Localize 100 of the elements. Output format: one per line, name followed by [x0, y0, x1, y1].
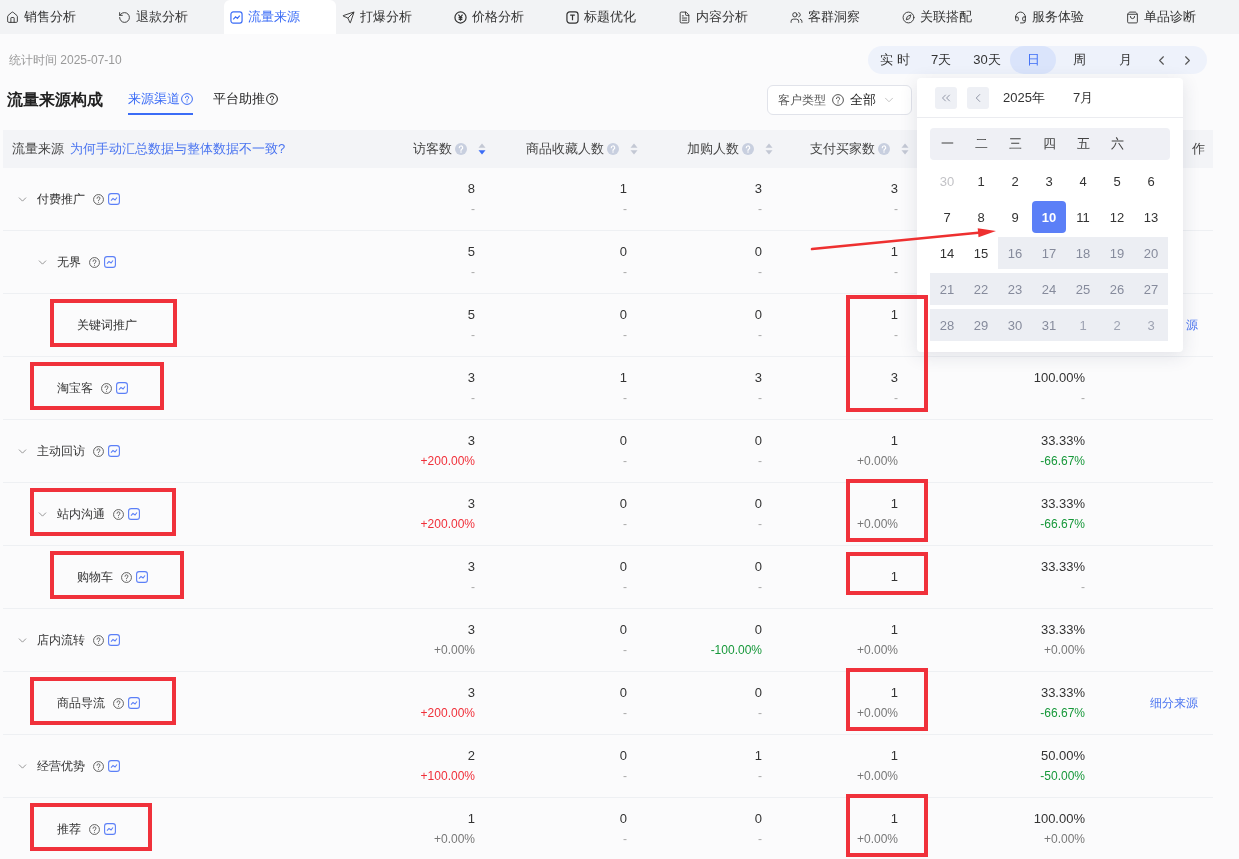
cell-value: 3 [467, 370, 475, 386]
change-rate: - [623, 642, 627, 658]
calendar-day[interactable]: 2 [1003, 171, 1027, 191]
change-rate: -100.00% [710, 642, 762, 658]
cell-value: 3 [890, 181, 898, 197]
change-rate: - [623, 264, 627, 280]
nav-tab[interactable]: 客群洞察 [784, 0, 896, 34]
cell-value: 0 [619, 685, 627, 701]
column-header: 支付买家数 [810, 140, 875, 158]
calendar-day[interactable]: 6 [1139, 171, 1163, 191]
source-name: 站内沟通 [57, 505, 105, 523]
calendar-year[interactable]: 2025年 [1003, 88, 1045, 107]
calendar-day[interactable]: 12 [1105, 207, 1129, 227]
cell-value: 1 [619, 181, 627, 197]
cell-value: 2 [467, 748, 475, 764]
help-icon [181, 93, 193, 105]
nav-tab[interactable]: 内容分析 [672, 0, 784, 34]
cell-value: 0 [754, 433, 762, 449]
change-rate: - [758, 264, 762, 280]
nav-tab[interactable]: 价格分析 [448, 0, 560, 34]
section-tab[interactable]: 平台助推 [213, 85, 278, 115]
change-rate: - [623, 705, 627, 721]
cell-value: 3 [467, 496, 475, 512]
change-rate: - [894, 264, 898, 280]
sort-icon[interactable] [478, 143, 486, 155]
document-icon [678, 10, 691, 24]
column-header: 流量来源 [12, 140, 64, 158]
cell-value: 33.33% [1040, 559, 1085, 575]
change-rate: - [1081, 390, 1085, 406]
calendar-day[interactable]: 1 [969, 171, 993, 191]
previous-month-button[interactable] [967, 86, 989, 109]
cell-value: 3 [467, 622, 475, 638]
change-rate: - [623, 201, 627, 217]
text-square-icon [566, 10, 579, 24]
cell-value: 0 [754, 244, 762, 260]
breakdown-link[interactable]: 源 [1186, 316, 1198, 334]
weekday-label: 二 [973, 135, 989, 153]
cell-value: 1 [890, 433, 898, 449]
calendar-day[interactable]: 13 [1139, 207, 1163, 227]
change-rate: - [758, 453, 762, 469]
cell-value: 33.33% [1040, 433, 1085, 449]
help-link[interactable]: 为何手动汇总数据与整体数据不一致? [70, 140, 286, 158]
nav-tab[interactable]: 关联搭配 [896, 0, 1008, 34]
calendar-day[interactable]: 10 [1032, 201, 1066, 233]
change-rate: -66.67% [1040, 453, 1085, 469]
calendar-day[interactable]: 14 [935, 243, 959, 263]
period-option[interactable]: 周 [1056, 46, 1102, 74]
change-rate: +0.00% [856, 516, 898, 532]
nav-tab[interactable]: 销售分析 [0, 0, 112, 34]
period-option[interactable]: 实 时 [872, 46, 918, 74]
cell-value: 50.00% [1040, 748, 1085, 764]
customer-type-select[interactable]: 客户类型 全部 [767, 85, 912, 115]
nav-tab[interactable]: 服务体验 [1008, 0, 1120, 34]
nav-tab[interactable]: 退款分析 [112, 0, 224, 34]
cell-value: 5 [467, 307, 475, 323]
change-rate: +0.00% [856, 642, 898, 658]
cell-value: 0 [619, 811, 627, 827]
section-tab[interactable]: 来源渠道 [128, 85, 193, 115]
breakdown-link[interactable]: 细分来源 [1150, 694, 1198, 712]
calendar-day[interactable]: 11 [1071, 207, 1095, 227]
calendar-day[interactable]: 3 [1037, 171, 1061, 191]
column-header: 加购人数 [687, 140, 739, 158]
calendar-day[interactable]: 15 [969, 243, 993, 263]
calendar-day[interactable]: 8 [969, 207, 993, 227]
column-header: 访客数 [413, 140, 452, 158]
cell-value: 0 [754, 307, 762, 323]
previous-year-button[interactable] [935, 86, 957, 109]
calendar-day[interactable]: 7 [935, 207, 959, 227]
cell-value: 1 [754, 748, 762, 764]
cell-value: 1 [890, 685, 898, 701]
cell-value: 0 [619, 244, 627, 260]
change-rate: +0.00% [856, 705, 898, 721]
help-icon [878, 143, 890, 155]
period-option[interactable]: 月 [1102, 46, 1148, 74]
nav-tab[interactable]: 标题优化 [560, 0, 672, 34]
column-header: 商品收藏人数 [526, 140, 604, 158]
source-name: 经营优势 [37, 757, 85, 775]
calendar-day[interactable]: 4 [1071, 171, 1095, 191]
period-option[interactable]: 30天 [964, 46, 1010, 74]
change-rate: - [471, 201, 475, 217]
cell-value: 0 [754, 685, 762, 701]
calendar-day[interactable]: 9 [1003, 207, 1027, 227]
period-option[interactable]: 7天 [918, 46, 964, 74]
nav-tab[interactable]: 流量来源 [224, 0, 336, 34]
calendar-day[interactable]: 5 [1105, 171, 1129, 191]
help-icon [742, 143, 754, 155]
cell-value: 3 [890, 370, 898, 386]
nav-tab[interactable]: 单品诊断 [1120, 0, 1232, 34]
source-name: 推荐 [57, 820, 81, 838]
nav-tab[interactable]: 打爆分析 [336, 0, 448, 34]
column-header: 作 [1192, 140, 1205, 158]
cell-value: 1 [890, 811, 898, 827]
house-icon [6, 10, 19, 24]
change-rate: +0.00% [856, 768, 898, 784]
users-icon [790, 10, 803, 24]
period-option[interactable]: 日 [1010, 46, 1056, 74]
change-rate: +200.00% [420, 453, 475, 469]
calendar-month[interactable]: 7月 [1072, 88, 1094, 107]
cell-value: 1 [467, 811, 475, 827]
source-name: 关键词推广 [77, 316, 137, 334]
